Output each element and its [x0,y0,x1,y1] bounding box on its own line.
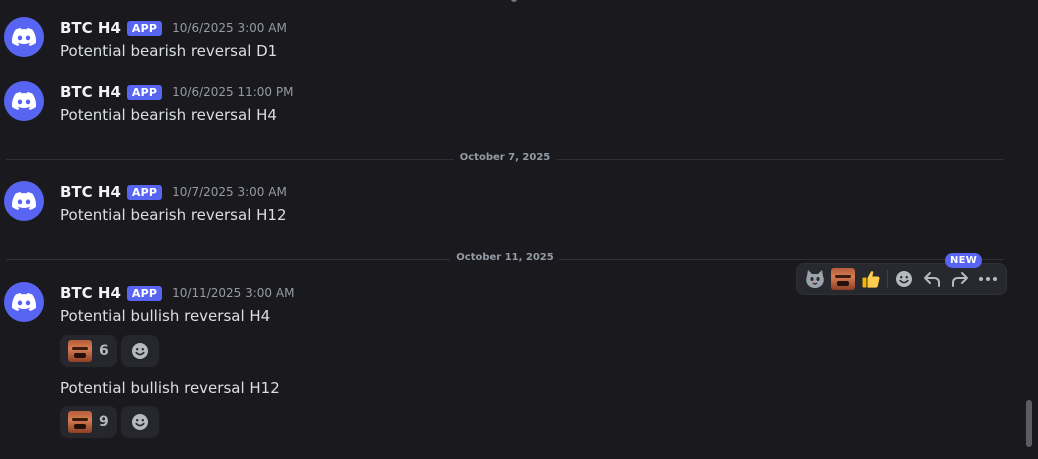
face-emoji-icon [831,268,855,290]
reply-icon [924,272,940,287]
forward-icon [952,272,968,287]
reaction-button[interactable]: 9 [60,406,117,438]
toolbar-separator [887,270,888,288]
avatar[interactable] [4,81,44,121]
add-reaction-button[interactable] [890,265,918,293]
author-name[interactable]: BTC H4 [60,183,121,201]
reaction-bar: 6 [60,335,159,367]
date-divider-label: October 7, 2025 [453,152,557,163]
add-reaction-button[interactable] [121,406,159,438]
forward-button[interactable] [946,265,974,293]
scrollbar-thumb[interactable] [1026,400,1032,447]
avatar[interactable] [4,181,44,221]
reaction-count: 9 [99,414,109,430]
author-name[interactable]: BTC H4 [60,284,121,302]
scroll-indicator [511,0,517,2]
author-name[interactable]: BTC H4 [60,83,121,101]
message-text: Potential bearish reversal H12 [60,206,287,224]
timestamp[interactable]: 10/6/2025 3:00 AM [172,21,287,35]
chat-panel: BTC H4 APP 10/6/2025 3:00 AM Potential b… [0,0,1038,459]
discord-logo-icon [12,192,36,210]
avatar[interactable] [4,17,44,57]
quick-react-thumbs-up-button[interactable] [857,265,885,293]
discord-logo-icon [12,293,36,311]
author-name[interactable]: BTC H4 [60,19,121,37]
app-badge: APP [126,184,163,200]
add-reaction-icon [132,414,148,430]
add-reaction-button[interactable] [121,335,159,367]
thumbs-up-icon [862,271,880,288]
discord-logo-icon [12,28,36,46]
date-divider: October 11, 2025 [6,252,1004,263]
add-reaction-icon [132,343,148,359]
cat-emoji-icon [806,270,824,288]
app-badge: APP [126,285,163,301]
reply-button[interactable] [918,265,946,293]
date-divider-label: October 11, 2025 [450,252,560,263]
app-badge: APP [126,84,163,100]
more-options-button[interactable] [974,265,1002,293]
new-badge: NEW [945,253,983,268]
timestamp[interactable]: 10/7/2025 3:00 AM [172,185,287,199]
quick-react-face-button[interactable] [829,265,857,293]
reaction-count: 6 [99,343,109,359]
message-header: BTC H4 APP 10/6/2025 11:00 PM [60,81,293,103]
message-text: Potential bearish reversal H4 [60,106,277,124]
face-emoji-icon [68,411,92,433]
avatar[interactable] [4,282,44,322]
message-text: Potential bullish reversal H12 [60,379,280,397]
reaction-bar: 9 [60,406,159,438]
reaction-button[interactable]: 6 [60,335,117,367]
message-header: BTC H4 APP 10/11/2025 3:00 AM [60,282,294,304]
message-text: Potential bullish reversal H4 [60,307,271,325]
message-text: Potential bearish reversal D1 [60,42,278,60]
app-badge: APP [126,20,163,36]
face-emoji-icon [68,340,92,362]
timestamp[interactable]: 10/6/2025 11:00 PM [172,85,293,99]
message-header: BTC H4 APP 10/6/2025 3:00 AM [60,17,287,39]
discord-logo-icon [12,92,36,110]
quick-react-cat-button[interactable] [801,265,829,293]
add-reaction-icon [896,271,912,287]
more-icon [979,277,997,281]
timestamp[interactable]: 10/11/2025 3:00 AM [172,286,294,300]
date-divider: October 7, 2025 [6,152,1004,163]
message-header: BTC H4 APP 10/7/2025 3:00 AM [60,181,287,203]
